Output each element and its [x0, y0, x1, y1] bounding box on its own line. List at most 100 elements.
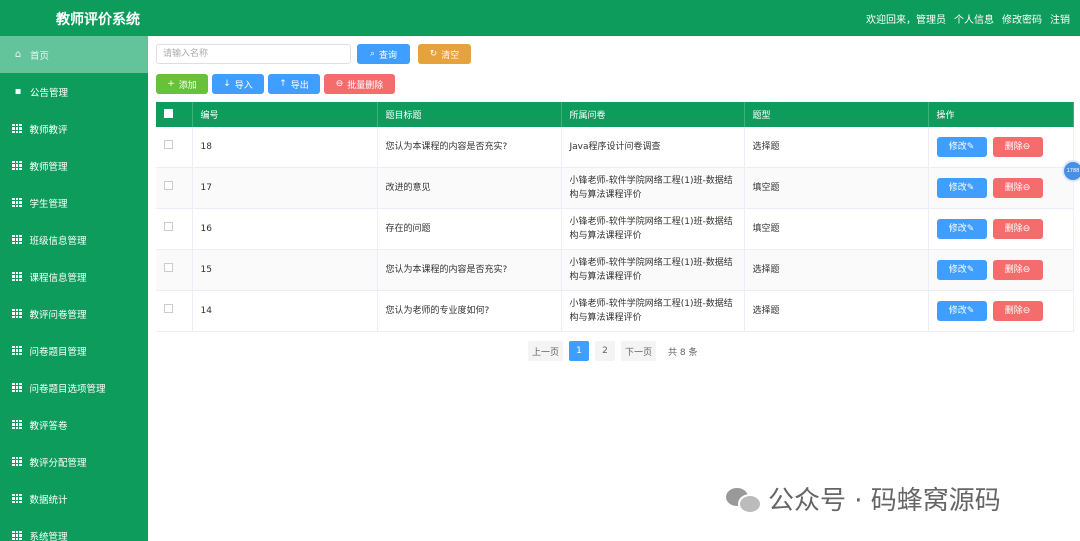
edit-button[interactable]: 修改 ✎ — [936, 219, 987, 239]
cell-title: 改进的意见 — [377, 167, 562, 209]
row-checkbox[interactable] — [164, 222, 173, 231]
sidebar-item-label: 课程信息管理 — [29, 272, 87, 284]
cell-actions: 修改 ✎ 删除 ⊖ — [928, 249, 1074, 291]
grid-icon — [12, 197, 22, 208]
next-page-button[interactable]: 下一页 — [621, 341, 657, 361]
cell-actions: 修改 ✎ 删除 ⊖ — [928, 290, 1074, 332]
select-all-checkbox[interactable] — [164, 108, 173, 118]
sidebar-item-survey-questions[interactable]: 问卷题目管理 — [0, 332, 148, 369]
delete-button[interactable]: 删除 ⊖ — [992, 301, 1043, 321]
change-password-link[interactable]: 修改密码 — [1002, 11, 1042, 26]
cell-survey: 小锋老师-软件学院网络工程(1)班-数据结构与算法课程评价 — [561, 167, 745, 209]
cell-type: 选择题 — [744, 290, 929, 332]
edit-button[interactable]: 修改 ✎ — [936, 137, 987, 157]
column-header-actions: 操作 — [928, 102, 1074, 127]
query-button[interactable]: ⌕ 查询 — [357, 44, 410, 64]
edit-button[interactable]: 修改 ✎ — [936, 301, 987, 321]
column-header-title: 题目标题 — [377, 102, 562, 127]
cell-id: 16 — [192, 208, 378, 250]
sidebar-item-label: 班级信息管理 — [29, 235, 87, 247]
delete-button[interactable]: 删除 ⊖ — [992, 260, 1043, 280]
cell-actions: 修改 ✎ 删除 ⊖ — [928, 127, 1074, 168]
sidebar-item-label: 首页 — [30, 50, 50, 62]
delete-button[interactable]: 删除 ⊖ — [992, 219, 1043, 239]
cell-survey: 小锋老师-软件学院网络工程(1)班-数据结构与算法课程评价 — [561, 290, 745, 332]
sidebar-item-assignments[interactable]: 教评分配管理 — [0, 443, 148, 480]
sidebar-item-classes[interactable]: 班级信息管理 — [0, 221, 148, 258]
grid-icon — [12, 308, 22, 319]
sidebar-item-label: 数据统计 — [29, 494, 68, 506]
sidebar-item-home[interactable]: ⌂ 首页 — [0, 36, 148, 73]
watermark-text: 公众号 · 码蜂窝源码 — [768, 486, 1001, 516]
table-row: 14 您认为老师的专业度如何? 小锋老师-软件学院网络工程(1)班-数据结构与算… — [156, 290, 1074, 332]
sidebar-item-teachers[interactable]: 教师管理 — [0, 147, 148, 184]
top-nav: 欢迎回来，管理员 个人信息 修改密码 注销 — [866, 11, 1070, 26]
circle-minus-icon: ⊖ — [1022, 224, 1031, 234]
sidebar-item-label: 系统管理 — [29, 531, 68, 541]
sidebar-item-system[interactable]: 系统管理 — [0, 517, 148, 541]
questions-table: 编号 题目标题 所属问卷 题型 操作 18 您认为本课程的内容是否充实? Jav… — [156, 102, 1074, 332]
grid-icon — [12, 271, 22, 282]
profile-link[interactable]: 个人信息 — [954, 11, 994, 26]
cell-title: 您认为本课程的内容是否充实? — [377, 127, 562, 168]
page-1-button[interactable]: 1 — [569, 341, 590, 361]
circle-minus-icon: ⊖ — [1022, 142, 1031, 152]
edit-icon: ✎ — [966, 142, 975, 152]
floating-badge[interactable]: 1788 — [1062, 160, 1080, 182]
import-button[interactable]: ↓ 导入 — [212, 74, 264, 94]
grid-icon — [12, 530, 22, 541]
add-button[interactable]: + 添加 — [156, 74, 208, 94]
logout-link[interactable]: 注销 — [1050, 11, 1070, 26]
sidebar-item-statistics[interactable]: 数据统计 — [0, 480, 148, 517]
sidebar-item-answers[interactable]: 教评答卷 — [0, 406, 148, 443]
sidebar-item-label: 学生管理 — [29, 198, 68, 210]
total-count: 共 8 条 — [668, 347, 698, 358]
row-checkbox[interactable] — [164, 181, 173, 190]
row-checkbox[interactable] — [164, 140, 173, 149]
edit-icon: ✎ — [966, 224, 975, 234]
cell-id: 14 — [192, 290, 378, 332]
cell-id: 18 — [192, 127, 378, 168]
grid-icon — [12, 123, 22, 134]
sidebar-item-label: 教师教评 — [29, 124, 68, 136]
sidebar-item-surveys[interactable]: 教评问卷管理 — [0, 295, 148, 332]
home-icon: ⌂ — [14, 49, 22, 60]
sidebar-item-label: 公告管理 — [30, 87, 69, 99]
circle-minus-icon: ⊖ — [1022, 306, 1031, 316]
table-row: 15 您认为本课程的内容是否充实? 小锋老师-软件学院网络工程(1)班-数据结构… — [156, 249, 1074, 291]
arrow-up-icon: ↑ — [279, 79, 287, 89]
cell-type: 选择题 — [744, 127, 929, 168]
table-row: 16 存在的问题 小锋老师-软件学院网络工程(1)班-数据结构与算法课程评价 填… — [156, 208, 1074, 250]
clear-button[interactable]: ↻ 清空 — [418, 44, 471, 64]
edit-icon: ✎ — [966, 306, 975, 316]
cell-type: 选择题 — [744, 249, 929, 291]
sidebar-item-announcements[interactable]: ▪ 公告管理 — [0, 73, 148, 110]
row-checkbox[interactable] — [164, 263, 173, 272]
cell-survey: Java程序设计问卷调查 — [561, 127, 745, 168]
grid-icon — [12, 493, 22, 504]
sidebar-item-question-options[interactable]: 问卷题目选项管理 — [0, 369, 148, 406]
main-content: ⌕ 查询 ↻ 清空 + 添加 ↓ 导入 ↑ 导出 ⊖ 批量删除 编号 题目标题 … — [148, 36, 1080, 541]
cell-title: 您认为本课程的内容是否充实? — [377, 249, 562, 291]
delete-button[interactable]: 删除 ⊖ — [992, 178, 1043, 198]
circle-minus-icon: ⊖ — [1022, 183, 1031, 193]
batch-delete-button[interactable]: ⊖ 批量删除 — [324, 74, 395, 94]
sidebar-item-students[interactable]: 学生管理 — [0, 184, 148, 221]
row-checkbox[interactable] — [164, 304, 173, 313]
edit-button[interactable]: 修改 ✎ — [936, 178, 987, 198]
prev-page-button[interactable]: 上一页 — [528, 341, 564, 361]
select-all-cell — [156, 102, 193, 127]
page-2-button[interactable]: 2 — [595, 341, 616, 361]
cell-actions: 修改 ✎ 删除 ⊖ — [928, 208, 1074, 250]
edit-button[interactable]: 修改 ✎ — [936, 260, 987, 280]
refresh-icon: ↻ — [429, 49, 438, 59]
sidebar-item-label: 教师管理 — [29, 161, 68, 173]
sidebar-item-label: 问卷题目选项管理 — [29, 383, 106, 395]
sidebar-item-teacher-evaluation[interactable]: 教师教评 — [0, 110, 148, 147]
edit-icon: ✎ — [966, 183, 975, 193]
sidebar: ⌂ 首页 ▪ 公告管理 教师教评 教师管理 学生管理 班级信息管理 课程信息管理… — [0, 36, 148, 541]
search-input[interactable] — [156, 44, 351, 64]
export-button[interactable]: ↑ 导出 — [268, 74, 320, 94]
sidebar-item-courses[interactable]: 课程信息管理 — [0, 258, 148, 295]
delete-button[interactable]: 删除 ⊖ — [992, 137, 1043, 157]
